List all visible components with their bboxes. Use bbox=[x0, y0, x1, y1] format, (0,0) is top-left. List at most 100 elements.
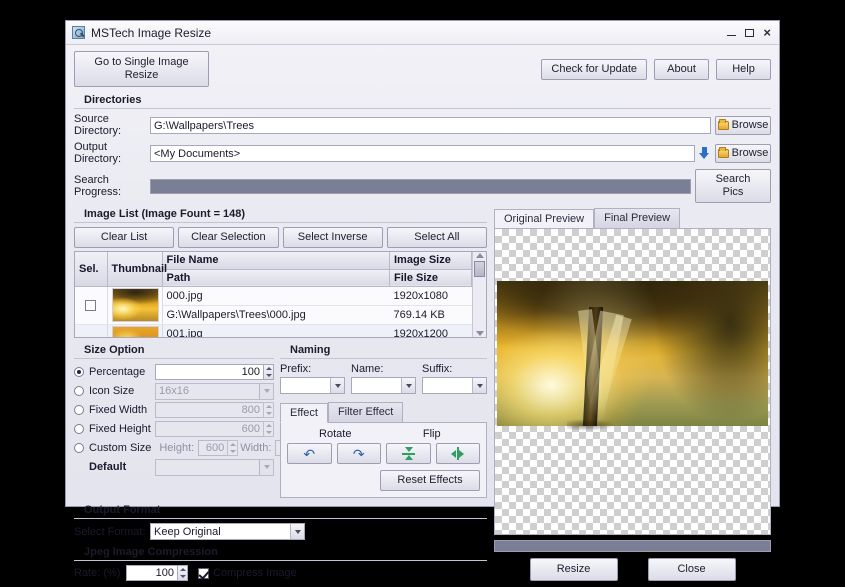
clear-selection-button[interactable]: Clear Selection bbox=[178, 227, 278, 248]
row-checkbox-cell[interactable] bbox=[75, 324, 107, 338]
table-row[interactable]: 000.jpg 1920x1080 bbox=[75, 286, 472, 305]
fixed-width-input[interactable]: 800 bbox=[155, 402, 264, 418]
custom-size-row[interactable]: Custom Size Height: 600 Width: 800 bbox=[74, 439, 274, 457]
chevron-down-icon[interactable] bbox=[472, 378, 486, 393]
check-for-update-button[interactable]: Check for Update bbox=[541, 59, 647, 80]
row-image-size: 1920x1200 bbox=[390, 324, 472, 338]
header-file-size[interactable]: File Size bbox=[390, 269, 472, 286]
fixed-height-input[interactable]: 600 bbox=[155, 421, 264, 437]
tab-effect[interactable]: Effect bbox=[280, 403, 328, 423]
stepper-up-icon[interactable] bbox=[230, 443, 236, 446]
resize-button[interactable]: Resize bbox=[530, 558, 618, 581]
icon-size-radio[interactable] bbox=[74, 386, 84, 396]
fixed-width-row[interactable]: Fixed Width 800 bbox=[74, 401, 274, 419]
scroll-down-icon[interactable] bbox=[476, 331, 484, 336]
go-to-single-image-resize-button[interactable]: Go to Single Image Resize bbox=[74, 51, 209, 87]
stepper-up-icon[interactable] bbox=[266, 367, 272, 370]
stepper-up-icon[interactable] bbox=[266, 424, 272, 427]
suffix-select[interactable] bbox=[422, 377, 487, 394]
source-browse-button[interactable]: Browse bbox=[715, 116, 771, 135]
tab-filter-effect[interactable]: Filter Effect bbox=[328, 402, 403, 422]
stepper-up-icon[interactable] bbox=[180, 568, 186, 571]
row-checkbox[interactable] bbox=[85, 300, 96, 311]
fixed-width-radio[interactable] bbox=[74, 405, 84, 415]
stepper-down-icon[interactable] bbox=[180, 575, 186, 578]
custom-height-stepper[interactable] bbox=[227, 440, 238, 456]
source-browse-label: Browse bbox=[732, 119, 769, 132]
image-list-scrollbar[interactable] bbox=[472, 252, 486, 337]
percentage-radio[interactable] bbox=[74, 367, 84, 377]
percentage-stepper[interactable] bbox=[263, 364, 274, 380]
output-browse-button[interactable]: Browse bbox=[715, 144, 771, 163]
maximize-icon[interactable] bbox=[745, 29, 754, 37]
flip-horizontal-button[interactable] bbox=[436, 443, 481, 464]
rate-stepper[interactable] bbox=[177, 565, 188, 581]
table-row[interactable]: 001.jpg 1920x1200 bbox=[75, 324, 472, 338]
scroll-up-icon[interactable] bbox=[476, 253, 484, 258]
main-window: MSTech Image Resize × Go to Single Image… bbox=[65, 20, 780, 507]
row-image-size: 1920x1080 bbox=[390, 286, 472, 305]
tab-final-preview[interactable]: Final Preview bbox=[594, 208, 680, 228]
fixed-height-row[interactable]: Fixed Height 600 bbox=[74, 420, 274, 438]
stepper-down-icon[interactable] bbox=[230, 450, 236, 453]
icon-size-select[interactable]: 16x16 bbox=[155, 383, 274, 400]
percentage-input[interactable]: 100 bbox=[155, 364, 264, 380]
close-icon[interactable]: × bbox=[763, 26, 771, 39]
reset-effects-button[interactable]: Reset Effects bbox=[380, 470, 480, 491]
chevron-down-icon[interactable] bbox=[259, 460, 273, 475]
search-pics-button[interactable]: Search Pics bbox=[695, 169, 771, 203]
header-path[interactable]: Path bbox=[162, 269, 390, 286]
percentage-row[interactable]: Percentage 100 bbox=[74, 363, 274, 381]
scrollbar-thumb[interactable] bbox=[474, 261, 485, 277]
output-format-group: Output Format Select Format: Keep Origin… bbox=[74, 504, 487, 540]
fixed-width-stepper[interactable] bbox=[263, 402, 274, 418]
preview-panel[interactable] bbox=[494, 228, 771, 535]
chevron-down-icon[interactable] bbox=[290, 524, 304, 539]
rate-input[interactable]: 100 bbox=[126, 565, 178, 581]
header-thumbnail: Thumbnail bbox=[107, 252, 162, 286]
row-checkbox-cell[interactable] bbox=[75, 286, 107, 324]
chevron-down-icon[interactable] bbox=[401, 378, 415, 393]
stepper-down-icon[interactable] bbox=[266, 412, 272, 415]
about-button[interactable]: About bbox=[654, 59, 709, 80]
chevron-down-icon[interactable] bbox=[330, 378, 344, 393]
close-button[interactable]: Close bbox=[648, 558, 736, 581]
flip-vertical-button[interactable] bbox=[386, 443, 431, 464]
source-directory-label: Source Directory: bbox=[74, 113, 150, 137]
rotate-left-button[interactable]: ↶ bbox=[287, 443, 332, 464]
fixed-height-stepper[interactable] bbox=[263, 421, 274, 437]
name-select[interactable] bbox=[351, 377, 416, 394]
custom-width-label: Width: bbox=[240, 442, 271, 454]
select-format-label: Select Format: bbox=[74, 526, 150, 538]
source-directory-input[interactable]: G:\Wallpapers\Trees bbox=[150, 117, 711, 134]
stepper-down-icon[interactable] bbox=[266, 374, 272, 377]
rotate-right-button[interactable]: ↷ bbox=[337, 443, 382, 464]
divider bbox=[74, 222, 487, 223]
select-inverse-button[interactable]: Select Inverse bbox=[283, 227, 383, 248]
down-arrow-icon[interactable] bbox=[699, 147, 710, 160]
default-row[interactable]: Default bbox=[74, 458, 274, 476]
stepper-up-icon[interactable] bbox=[266, 405, 272, 408]
custom-size-radio[interactable] bbox=[74, 443, 84, 453]
search-progress-row: Search Progress: Search Pics bbox=[74, 169, 771, 203]
fixed-height-radio[interactable] bbox=[74, 424, 84, 434]
header-image-size[interactable]: Image Size bbox=[390, 252, 472, 269]
stepper-down-icon[interactable] bbox=[266, 431, 272, 434]
default-select[interactable] bbox=[155, 459, 274, 476]
prefix-select[interactable] bbox=[280, 377, 345, 394]
chevron-down-icon[interactable] bbox=[259, 384, 273, 399]
custom-height-input[interactable]: 600 bbox=[198, 440, 228, 456]
compress-image-checkbox[interactable] bbox=[198, 568, 209, 579]
folder-icon bbox=[718, 149, 729, 158]
icon-size-row[interactable]: Icon Size 16x16 bbox=[74, 382, 274, 400]
help-button[interactable]: Help bbox=[716, 59, 771, 80]
header-file-name[interactable]: File Name bbox=[162, 252, 390, 269]
suffix-field: Suffix: bbox=[422, 363, 487, 394]
output-directory-input[interactable]: <My Documents> bbox=[150, 145, 695, 162]
select-all-button[interactable]: Select All bbox=[387, 227, 487, 248]
size-naming-row: Size Option Percentage 100 bbox=[74, 344, 487, 498]
tab-original-preview[interactable]: Original Preview bbox=[494, 209, 594, 229]
minimize-icon[interactable] bbox=[727, 35, 736, 36]
folder-icon bbox=[718, 121, 729, 130]
clear-list-button[interactable]: Clear List bbox=[74, 227, 174, 248]
